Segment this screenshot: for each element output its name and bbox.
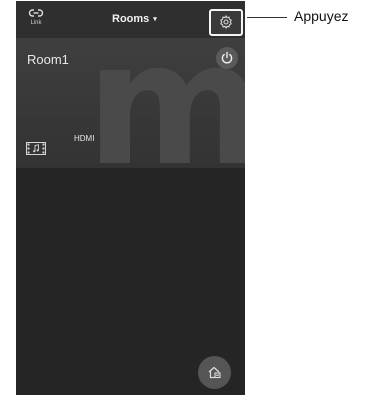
rooms-label: Rooms xyxy=(112,13,150,25)
film-music-icon xyxy=(26,142,46,155)
link-label: Link xyxy=(30,20,42,26)
rooms-dropdown[interactable]: Rooms ▾ xyxy=(112,11,157,27)
page: Link Rooms ▾ m Room1 HDMI Appuyez xyxy=(0,0,377,396)
app-screen: Link Rooms ▾ m Room1 HDMI xyxy=(16,1,245,395)
room-name: Room1 xyxy=(27,52,69,67)
settings-button[interactable] xyxy=(209,9,243,36)
top-bar: Link Rooms ▾ xyxy=(16,1,245,38)
gear-icon xyxy=(220,15,232,29)
room-add-button[interactable] xyxy=(198,356,231,389)
link-button[interactable]: Link xyxy=(22,5,50,35)
chevron-down-icon: ▾ xyxy=(153,16,157,23)
source-label: HDMI xyxy=(74,134,95,143)
link-icon xyxy=(28,9,44,17)
callout-label: Appuyez xyxy=(294,8,349,24)
power-button[interactable] xyxy=(216,47,238,69)
power-icon xyxy=(221,51,233,64)
room-add-icon xyxy=(208,366,221,379)
callout-line xyxy=(247,17,287,18)
room-card[interactable]: m Room1 HDMI xyxy=(16,38,245,168)
